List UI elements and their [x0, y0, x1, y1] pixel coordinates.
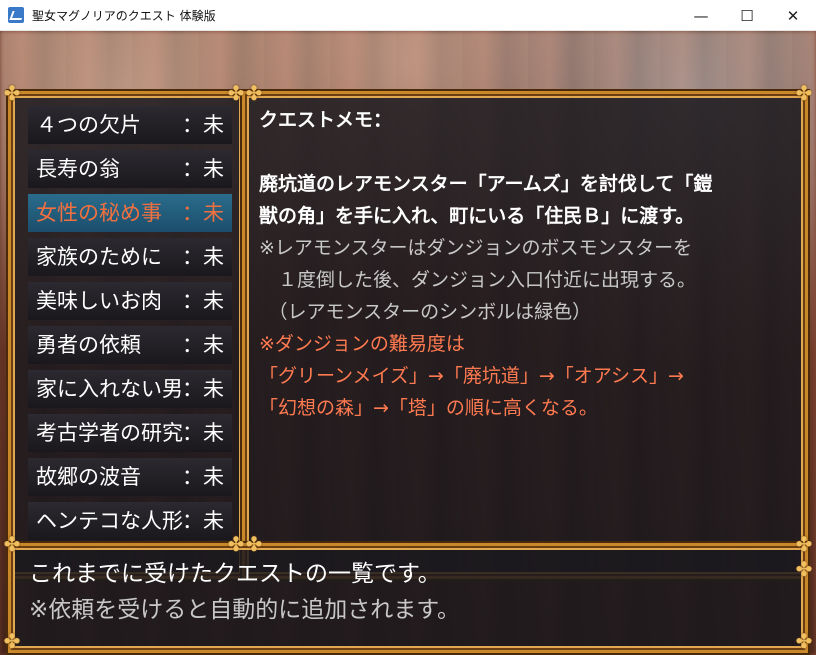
minimize-button[interactable]: — — [678, 0, 724, 31]
corner-ornament-icon: ✤ — [3, 629, 21, 653]
memo-warning: 「グリーンメイズ」→「廃坑道」→「オアシス」→ — [259, 365, 684, 387]
quest-name: 故郷の波音 — [36, 465, 141, 489]
memo-text: クエストメモ： 廃坑道のレアモンスター「アームズ」を討伐して「鎧 獣の角」を手に… — [259, 104, 799, 424]
corner-ornament-icon: ✤ — [3, 81, 21, 105]
game-window: 聖女マグノリアのクエスト 体験版 — ☐ ✕ ４つの欠片 ：未 長寿の翁 ：未 … — [0, 0, 816, 655]
quest-status: ：未 — [182, 333, 224, 357]
memo-line: 廃坑道のレアモンスター「アームズ」を討伐して「鎧 — [259, 173, 713, 195]
corner-ornament-icon: ✤ — [795, 81, 813, 105]
quest-status: ：未 — [182, 245, 224, 269]
quest-status: ：未 — [182, 509, 224, 533]
quest-items: ４つの欠片 ：未 長寿の翁 ：未 女性の秘め事 ：未 家族のために ：未 美味し… — [28, 106, 232, 546]
memo-warning: 「幻想の森」→「塔」の順に高くなる。 — [259, 397, 598, 419]
corner-ornament-icon: ✤ — [795, 557, 813, 581]
corner-ornament-icon: ✤ — [227, 81, 245, 105]
game-canvas: ４つの欠片 ：未 長寿の翁 ：未 女性の秘め事 ：未 家族のために ：未 美味し… — [0, 31, 816, 655]
quest-memo-panel: クエストメモ： 廃坑道のレアモンスター「アームズ」を討伐して「鎧 獣の角」を手に… — [242, 91, 808, 579]
corner-ornament-icon: ✤ — [795, 532, 813, 556]
quest-status: ：未 — [182, 421, 224, 445]
quest-item[interactable]: 長寿の翁 ：未 — [28, 150, 232, 188]
quest-status: ：未 — [182, 113, 224, 137]
title-bar: 聖女マグノリアのクエスト 体験版 — ☐ ✕ — [0, 0, 816, 31]
window-title: 聖女マグノリアのクエスト 体験版 — [32, 8, 216, 23]
quest-item[interactable]: ４つの欠片 ：未 — [28, 106, 232, 144]
memo-note: １度倒した後、ダンジョン入口付近に出現する。 — [259, 269, 697, 291]
quest-status: ：未 — [182, 289, 224, 313]
memo-spacer — [259, 136, 799, 168]
quest-item[interactable]: 家に入れない男 ：未 — [28, 370, 232, 408]
quest-status: ：未 — [182, 157, 224, 181]
message-text: これまでに受けたクエストの一覧です。 ※依頼を受けると自動的に追加されます。 — [29, 556, 789, 628]
quest-item[interactable]: 故郷の波音 ：未 — [28, 458, 232, 496]
corner-ornament-icon: ✤ — [227, 532, 245, 556]
app-icon — [8, 7, 24, 23]
quest-name: ４つの欠片 — [36, 113, 141, 137]
memo-line: 獣の角」を手に入れ、町にいる「住民Ｂ」に渡す。 — [259, 205, 695, 227]
memo-heading: クエストメモ： — [259, 109, 393, 131]
close-button[interactable]: ✕ — [770, 0, 816, 31]
corner-ornament-icon: ✤ — [795, 629, 813, 653]
maximize-button[interactable]: ☐ — [724, 0, 770, 31]
quest-name: 家族のために — [36, 245, 162, 269]
quest-name: 家に入れない男 — [36, 377, 183, 401]
quest-status: ：未 — [182, 377, 224, 401]
quest-name: 美味しいお肉 — [36, 289, 162, 313]
quest-item[interactable]: 考古学者の研究 ：未 — [28, 414, 232, 452]
quest-name: 勇者の依頼 — [36, 333, 141, 357]
quest-list-panel: ４つの欠片 ：未 長寿の翁 ：未 女性の秘め事 ：未 家族のために ：未 美味し… — [8, 91, 246, 579]
corner-ornament-icon: ✤ — [3, 532, 21, 556]
corner-ornament-icon: ✤ — [245, 532, 263, 556]
quest-item[interactable]: 家族のために ：未 — [28, 238, 232, 276]
memo-warning: ※ダンジョンの難易度は — [259, 333, 465, 355]
message-line: ※依頼を受けると自動的に追加されます。 — [29, 597, 460, 623]
quest-status: ：未 — [182, 465, 224, 489]
memo-note: （レアモンスターのシンボルは緑色） — [259, 301, 592, 323]
quest-item[interactable]: 勇者の依頼 ：未 — [28, 326, 232, 364]
message-line: これまでに受けたクエストの一覧です。 — [29, 561, 441, 587]
quest-name: ヘンテコな人形 — [36, 509, 183, 533]
quest-name: 女性の秘め事 — [36, 201, 162, 225]
quest-status: ：未 — [182, 201, 224, 225]
quest-name: 長寿の翁 — [36, 157, 120, 181]
quest-name: 考古学者の研究 — [36, 421, 183, 445]
quest-item[interactable]: 美味しいお肉 ：未 — [28, 282, 232, 320]
corner-ornament-icon: ✤ — [245, 81, 263, 105]
message-window: これまでに受けたクエストの一覧です。 ※依頼を受けると自動的に追加されます。 — [8, 543, 808, 653]
memo-note: ※レアモンスターはダンジョンのボスモンスターを — [259, 237, 693, 259]
quest-item-selected[interactable]: 女性の秘め事 ：未 — [28, 194, 232, 232]
quest-item[interactable]: ヘンテコな人形 ：未 — [28, 502, 232, 540]
